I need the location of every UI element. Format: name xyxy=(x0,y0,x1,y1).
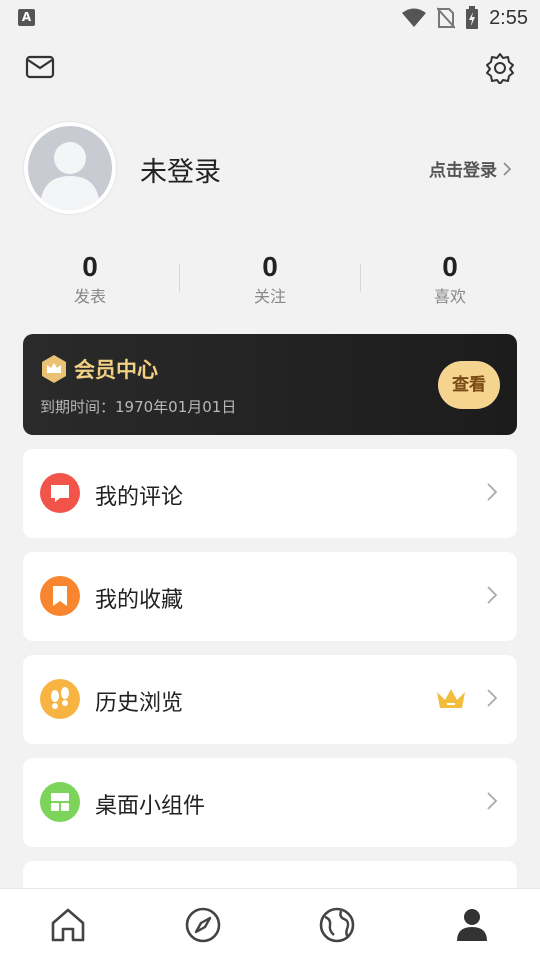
status-bar: A 2:55 xyxy=(0,0,540,36)
menu-item-favorites[interactable]: 我的收藏 xyxy=(23,552,517,641)
battery-charging-icon xyxy=(466,6,479,29)
status-time: 2:55 xyxy=(489,6,528,29)
stats-row: 0 发表 0 关注 0 喜欢 xyxy=(0,250,540,312)
home-icon[interactable] xyxy=(48,905,88,945)
app-notification-icon: A xyxy=(18,9,35,26)
bookmark-icon xyxy=(40,576,80,616)
mail-icon[interactable] xyxy=(25,54,55,80)
stat-likes-value: 0 xyxy=(442,251,458,282)
menu-item-comments[interactable]: 我的评论 xyxy=(23,449,517,538)
stat-following-label: 关注 xyxy=(253,287,286,306)
stat-posts[interactable]: 0 发表 xyxy=(0,250,180,308)
bottom-tab-bar xyxy=(0,888,540,961)
vip-view-button[interactable]: 查看 xyxy=(438,361,500,409)
no-sim-icon xyxy=(437,7,456,29)
globe-icon[interactable] xyxy=(317,905,357,945)
menu-item-widgets[interactable]: 桌面小组件 xyxy=(23,758,517,847)
stat-following-value: 0 xyxy=(262,251,278,282)
vip-crown-badge-icon xyxy=(42,355,66,383)
vip-title: 会员中心 xyxy=(74,358,158,382)
menu-item-label: 我的收藏 xyxy=(95,588,184,613)
menu-item-label: 我的评论 xyxy=(95,485,184,510)
stat-likes[interactable]: 0 喜欢 xyxy=(360,250,540,308)
vip-card[interactable]: 会员中心 到期时间：1970年01月01日 查看 xyxy=(23,334,517,435)
stat-following[interactable]: 0 关注 xyxy=(180,250,360,308)
username: 未登录 xyxy=(140,157,221,188)
chevron-right-icon xyxy=(487,689,497,707)
footprint-icon xyxy=(40,679,80,719)
stat-posts-label: 发表 xyxy=(73,287,106,306)
profile-header: 未登录 点击登录 xyxy=(0,122,540,217)
menu-item-label: 历史浏览 xyxy=(95,691,184,716)
chevron-right-icon xyxy=(487,483,497,501)
comment-icon xyxy=(40,473,80,513)
widget-icon xyxy=(40,782,80,822)
menu-item-label: 桌面小组件 xyxy=(95,794,206,819)
chevron-right-icon xyxy=(503,161,512,176)
top-actions xyxy=(0,50,540,86)
stat-likes-label: 喜欢 xyxy=(433,287,466,306)
menu-item-history[interactable]: 历史浏览 xyxy=(23,655,517,744)
compass-icon[interactable] xyxy=(183,905,223,945)
login-link[interactable]: 点击登录 xyxy=(429,156,512,181)
avatar[interactable] xyxy=(24,122,116,214)
wifi-icon xyxy=(402,8,427,27)
profile-icon[interactable] xyxy=(452,905,492,945)
stat-posts-value: 0 xyxy=(82,251,98,282)
crown-icon xyxy=(437,689,465,708)
chevron-right-icon xyxy=(487,586,497,604)
status-icons: 2:55 xyxy=(401,4,528,32)
default-avatar-icon xyxy=(28,126,112,210)
chevron-right-icon xyxy=(487,792,497,810)
vip-expire-date: 到期时间：1970年01月01日 xyxy=(40,398,237,416)
gear-icon[interactable] xyxy=(484,52,516,84)
login-link-label: 点击登录 xyxy=(429,161,497,181)
